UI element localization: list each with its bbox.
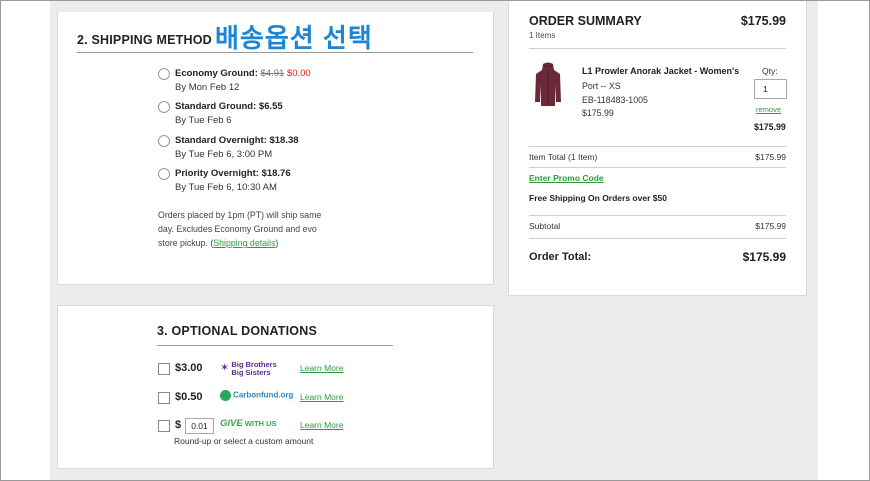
qty-label: Qty:	[762, 66, 778, 76]
free-shipping-note: Free Shipping On Orders over $50	[529, 193, 667, 203]
economy-old-price: $4.91	[260, 68, 285, 79]
product-variant: Port -- XS	[582, 81, 621, 91]
summary-divider-3	[529, 167, 786, 168]
order-summary-title: ORDER SUMMARY	[529, 14, 642, 28]
summary-divider-2	[529, 146, 786, 147]
remove-item-link[interactable]: remove	[756, 105, 781, 114]
economy-date: By Mon Feb 12	[175, 82, 240, 93]
subtotal-label: Subtotal	[529, 221, 561, 231]
donations-section-title: 3. OPTIONAL DONATIONS	[157, 324, 317, 338]
bbbs-logo: ✶ Big Brothers Big Sisters	[220, 361, 277, 377]
donations-title-divider	[157, 345, 393, 346]
enter-promo-code-link[interactable]: Enter Promo Code	[529, 173, 604, 183]
product-sku: EB-118483-1005	[582, 95, 648, 105]
qty-input[interactable]: 1	[754, 79, 787, 99]
learn-more-carbonfund[interactable]: Learn More	[300, 392, 343, 402]
radio-economy-ground[interactable]	[158, 68, 170, 80]
bbbs-figure-icon: ✶	[220, 362, 230, 374]
summary-divider-5	[529, 238, 786, 239]
radio-priority-overnight[interactable]	[158, 168, 170, 180]
donation-checkbox-050[interactable]	[158, 392, 170, 404]
priority-overnight-label: Priority Overnight: $18.76	[175, 168, 291, 179]
learn-more-give[interactable]: Learn More	[300, 420, 343, 430]
product-thumbnail[interactable]	[534, 62, 562, 108]
product-price: $175.99	[582, 108, 614, 118]
carbonfund-leaf-icon	[220, 390, 231, 401]
learn-more-bbbs[interactable]: Learn More	[300, 363, 343, 373]
roundup-hint: Round-up or select a custom amount	[174, 436, 314, 446]
give-with-us-logo: GIVE WITH US	[220, 418, 277, 429]
custom-amount-input[interactable]: 0.01	[185, 418, 214, 434]
carbonfund-logo: Carbonfund.org	[220, 390, 293, 401]
bbbs-line-2: Big Sisters	[231, 368, 271, 377]
note-close-paren: )	[275, 238, 279, 248]
product-name[interactable]: L1 Prowler Anorak Jacket - Women's	[582, 66, 739, 76]
priority-overnight-date: By Tue Feb 6, 10:30 AM	[175, 182, 277, 193]
donation-checkbox-custom[interactable]	[158, 420, 170, 432]
economy-label: Economy Ground:	[175, 68, 258, 79]
economy-new-price: $0.00	[286, 68, 311, 79]
order-total-value: $175.99	[742, 250, 786, 264]
subtotal-value: $175.99	[755, 221, 786, 231]
note-line-2: day. Excludes Economy Ground and evo	[158, 224, 317, 234]
radio-standard-ground[interactable]	[158, 101, 170, 113]
donation-checkbox-3[interactable]	[158, 363, 170, 375]
order-total-label: Order Total:	[529, 251, 592, 263]
korean-overlay-caption: 배송옵션 선택	[215, 23, 373, 53]
radio-standard-overnight[interactable]	[158, 135, 170, 147]
standard-ground-date: By Tue Feb 6	[175, 115, 232, 126]
line-total: $175.99	[754, 122, 786, 132]
item-total-value: $175.99	[755, 152, 786, 162]
donation-dollar-sign: $	[175, 419, 182, 431]
note-line-1: Orders placed by 1pm (PT) will ship same	[158, 210, 322, 220]
standard-overnight-date: By Tue Feb 6, 3:00 PM	[175, 149, 273, 160]
standard-ground-label: Standard Ground: $6.55	[175, 101, 283, 112]
item-total-label: Item Total (1 Item)	[529, 152, 598, 162]
note-line-3: store pickup. (	[158, 238, 214, 248]
order-summary-panel: ORDER SUMMARY $175.99 1 Items L1 Prowler…	[508, 0, 807, 296]
standard-overnight-label: Standard Overnight: $18.38	[175, 135, 299, 146]
summary-divider-top	[529, 48, 786, 49]
summary-item-count: 1 Items	[529, 31, 556, 40]
donation-amount-3: $3.00	[175, 362, 203, 374]
donation-amount-050: $0.50	[175, 391, 203, 403]
shipping-note: Orders placed by 1pm (PT) will ship same…	[158, 208, 328, 250]
shipping-section-title: 2. SHIPPING METHOD	[77, 33, 212, 47]
summary-divider-4	[529, 215, 786, 216]
shipping-details-link[interactable]: Shipping details	[213, 238, 275, 248]
summary-header-total: $175.99	[740, 14, 786, 28]
